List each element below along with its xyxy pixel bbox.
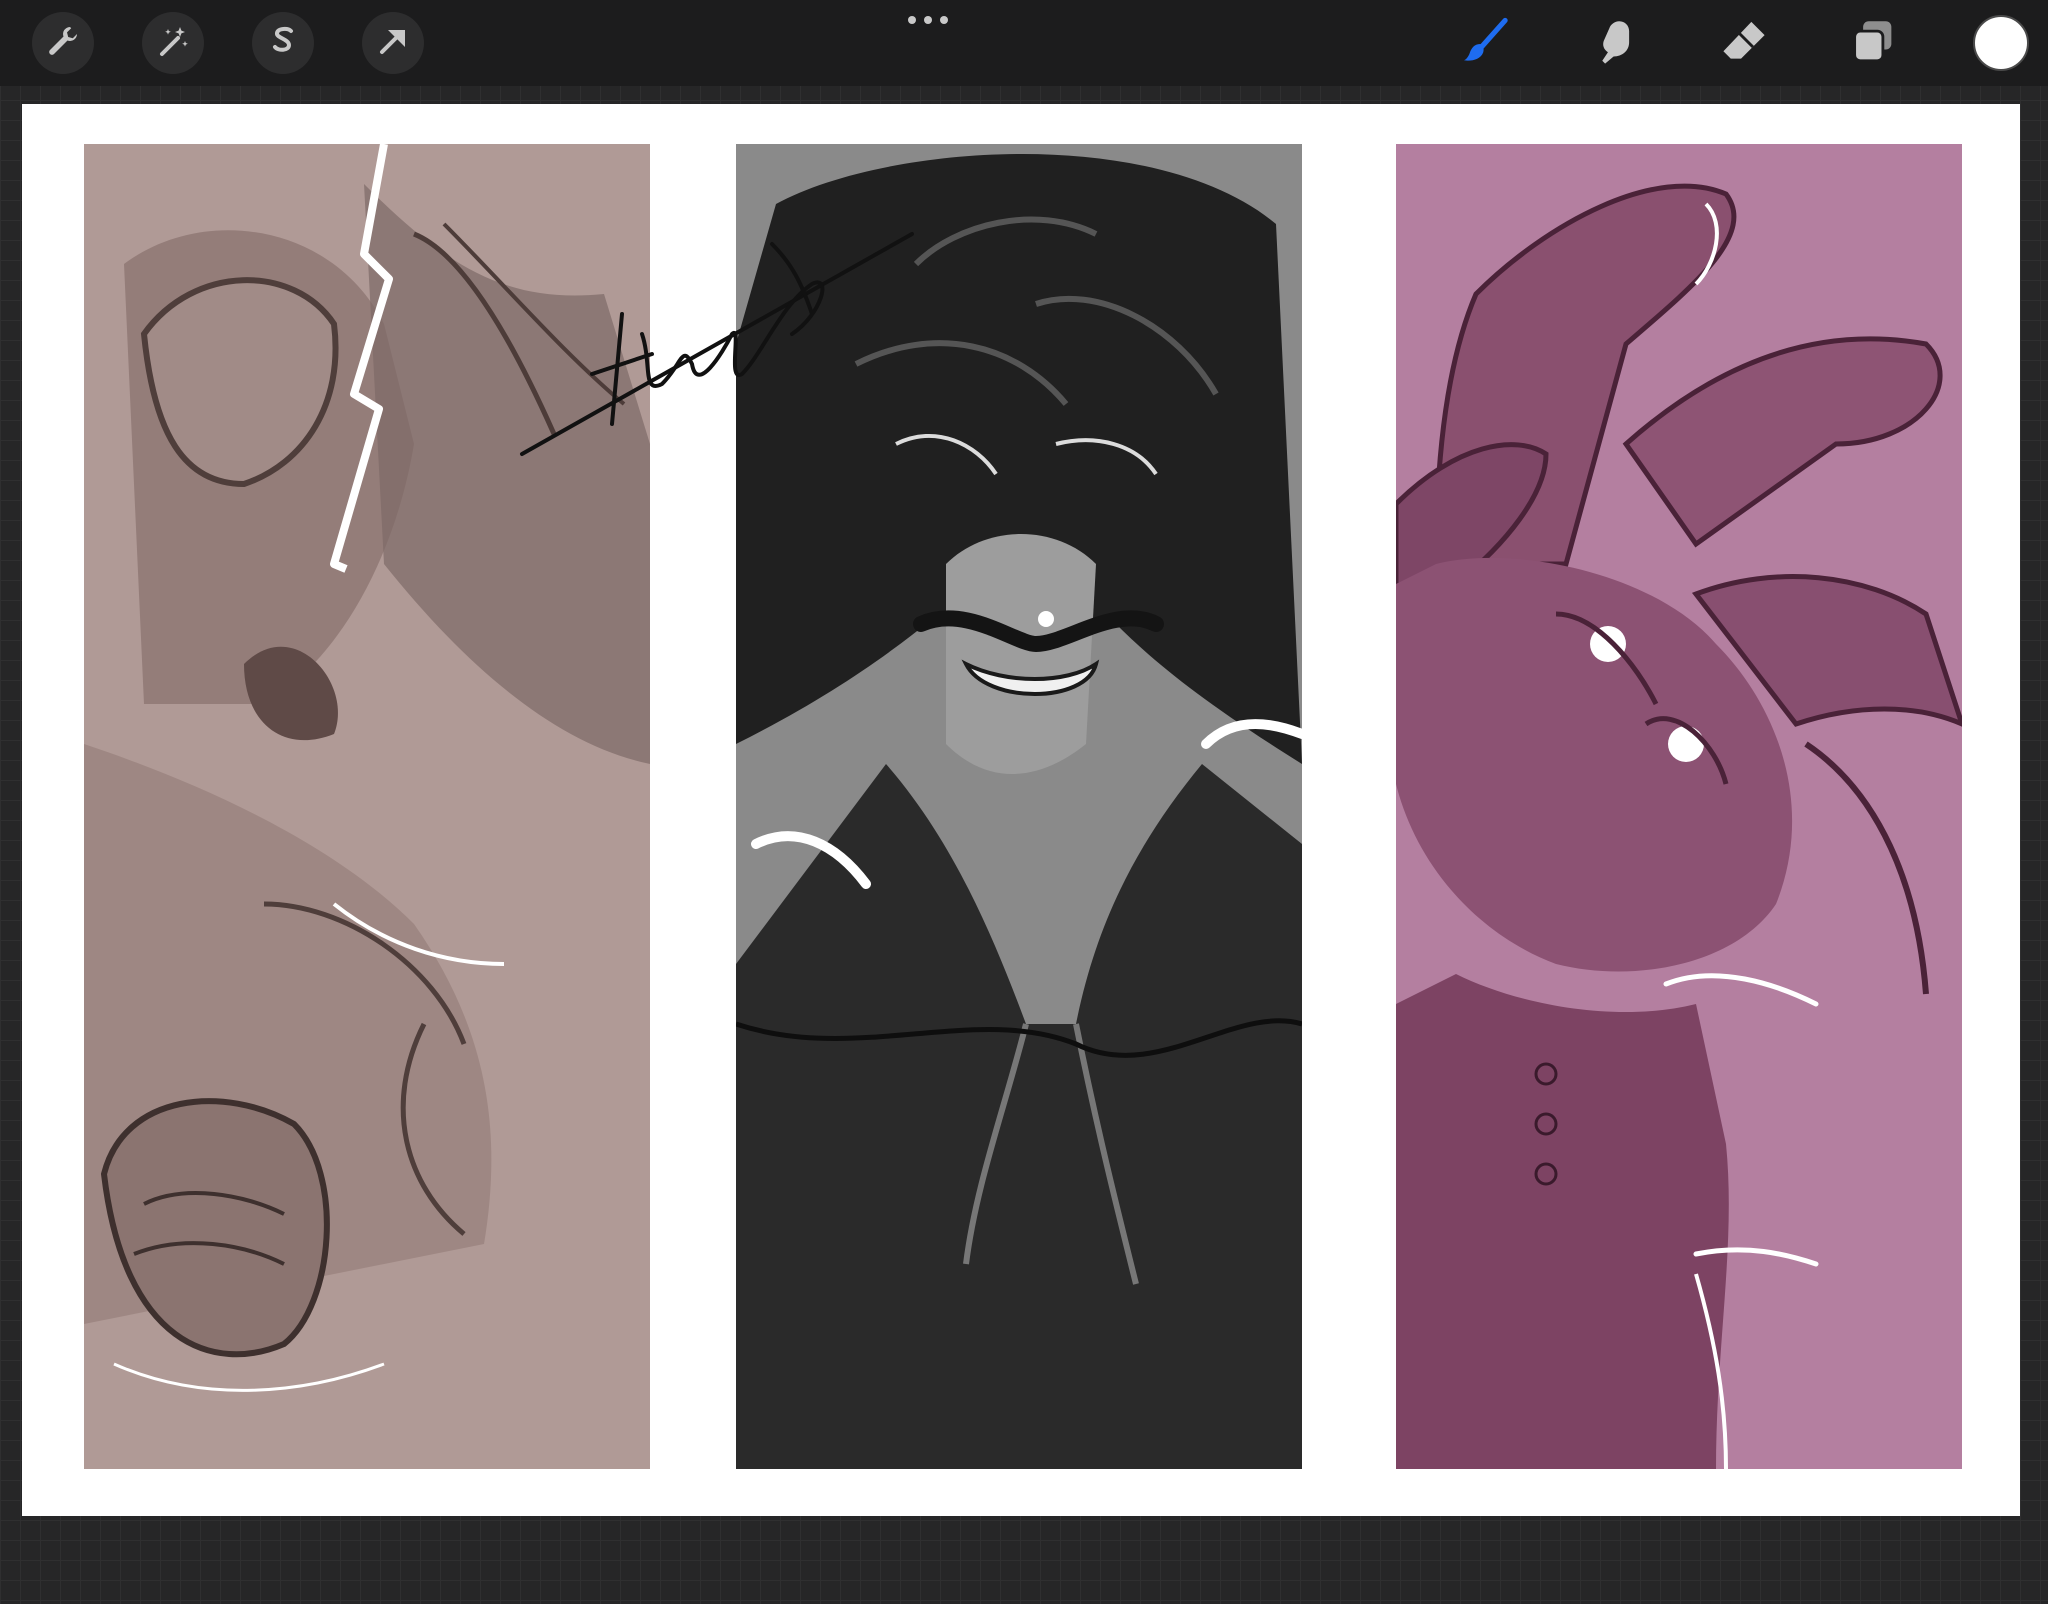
smudge-tool-button[interactable] <box>1584 12 1646 74</box>
layers-button[interactable] <box>1842 12 1904 74</box>
arrow-cursor-icon <box>376 24 410 62</box>
eraser-icon <box>1719 16 1769 70</box>
actions-button[interactable] <box>32 12 94 74</box>
more-dots-icon <box>940 16 948 24</box>
more-options-button[interactable] <box>908 10 948 30</box>
selection-s-icon <box>266 24 300 62</box>
wrench-icon <box>46 24 80 62</box>
brush-icon <box>1461 16 1511 70</box>
magic-wand-icon <box>156 24 190 62</box>
more-dots-icon <box>924 16 932 24</box>
art-panel-helmeted-warrior <box>84 144 650 1469</box>
color-picker-button[interactable] <box>1973 15 2029 71</box>
smudge-finger-icon <box>1591 17 1639 69</box>
top-toolbar <box>0 0 2048 86</box>
drawing-canvas[interactable] <box>22 104 2020 1516</box>
brush-tool-button[interactable] <box>1455 12 1517 74</box>
art-panel-wild-haired-grin <box>736 144 1302 1469</box>
transform-button[interactable] <box>362 12 424 74</box>
selection-button[interactable] <box>252 12 314 74</box>
adjustments-button[interactable] <box>142 12 204 74</box>
layers-icon <box>1849 17 1897 69</box>
art-panel-clawed-hand <box>1396 144 1962 1469</box>
eraser-tool-button[interactable] <box>1713 12 1775 74</box>
more-dots-icon <box>908 16 916 24</box>
